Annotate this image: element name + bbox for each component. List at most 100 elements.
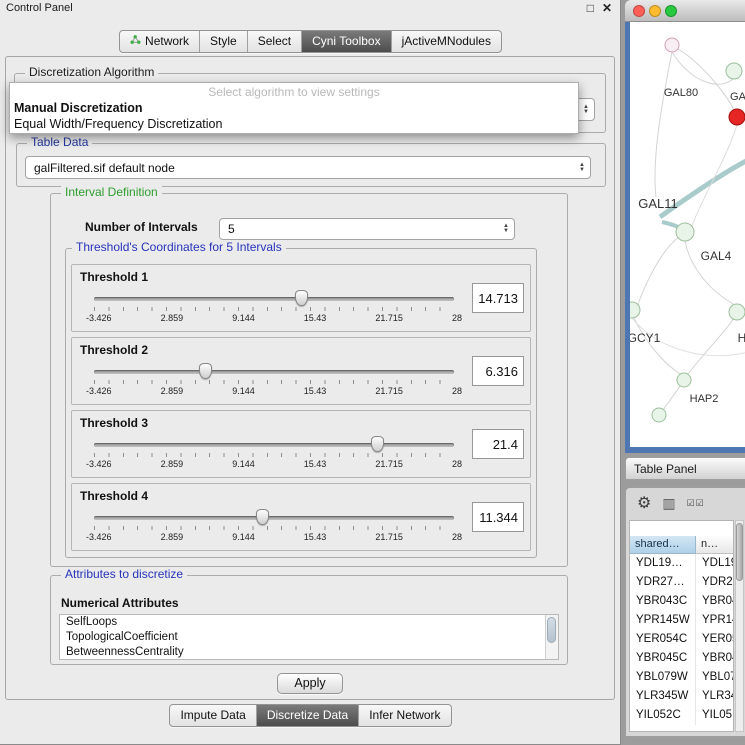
slider-thumb[interactable] — [256, 509, 269, 525]
threshold-value-input[interactable] — [472, 356, 524, 386]
network-edge[interactable] — [672, 52, 734, 84]
network-node-label: GAL11 — [638, 196, 678, 211]
table-row[interactable]: YPR145WYPR14 — [630, 611, 733, 630]
threshold-value-input[interactable] — [472, 283, 524, 313]
network-node[interactable] — [665, 38, 679, 52]
slider-scale: -3.4262.8599.14415.4321.71528 — [86, 313, 462, 323]
network-node[interactable] — [729, 109, 745, 125]
table-row[interactable]: YBR043CYBR04 — [630, 592, 733, 611]
slider-thumb[interactable] — [295, 290, 308, 306]
discretization-algorithm-group-title: Discretization Algorithm — [25, 65, 158, 79]
threshold-value-input[interactable] — [472, 502, 524, 532]
network-edge[interactable] — [688, 318, 734, 374]
interval-definition-group: Interval Definition Number of Intervals … — [50, 193, 568, 567]
column-header-name[interactable]: n… — [696, 536, 733, 554]
threshold-slider[interactable]: -3.4262.8599.14415.4321.71528 — [94, 292, 454, 328]
slider-thumb[interactable] — [371, 436, 384, 452]
network-edge[interactable] — [634, 318, 682, 375]
network-edge[interactable] — [655, 52, 672, 197]
scale-label: 21.715 — [375, 313, 403, 323]
tab-label: Select — [258, 34, 291, 48]
algorithm-dropdown-prompt: Select algorithm to view settings — [10, 83, 578, 100]
network-node[interactable] — [729, 304, 745, 320]
scale-label: 15.43 — [304, 459, 327, 469]
algorithm-dropdown-options: Manual DiscretizationEqual Width/Frequen… — [10, 100, 578, 132]
table-row[interactable]: YBR045CYBR04 — [630, 649, 733, 668]
slider-track[interactable] — [94, 516, 454, 520]
table-panel-bar[interactable]: Table Panel — [625, 457, 745, 480]
select-columns-icon[interactable]: ☑☑ — [687, 498, 705, 509]
bottom-tab-impute-data[interactable]: Impute Data — [170, 705, 256, 726]
zoom-traffic-light[interactable] — [665, 5, 677, 17]
network-node[interactable] — [630, 302, 640, 318]
number-of-intervals-select[interactable]: 5 ▲▼ — [219, 218, 515, 240]
bottom-tab-discretize-data[interactable]: Discretize Data — [257, 705, 359, 726]
attribute-item-topologicalcoefficient[interactable]: TopologicalCoefficient — [60, 630, 545, 645]
scale-label: 2.859 — [161, 532, 184, 542]
threshold-label: Threshold 2 — [80, 343, 148, 357]
minimize-traffic-light[interactable] — [649, 5, 661, 17]
slider-track[interactable] — [94, 370, 454, 374]
scale-label: 2.859 — [161, 459, 184, 469]
slider-ticks — [94, 526, 454, 530]
tab-network[interactable]: Network — [120, 31, 200, 52]
thresholds-group: Threshold's Coordinates for 5 Intervals … — [65, 248, 537, 558]
slider-track[interactable] — [94, 443, 454, 447]
table-row[interactable]: YER054CYER05 — [630, 630, 733, 649]
combo-stepper-icon: ▲▼ — [498, 224, 514, 234]
threshold-value-input[interactable] — [472, 429, 524, 459]
slider-track[interactable] — [94, 297, 454, 301]
interval-definition-group-title: Interval Definition — [61, 185, 162, 199]
algorithm-dropdown: Select algorithm to view settings Manual… — [9, 82, 579, 134]
bottom-tab-infer-network[interactable]: Infer Network — [359, 705, 450, 726]
network-node-label: GAL80 — [664, 87, 698, 99]
columns-icon[interactable]: ▥ — [662, 495, 675, 512]
close-window-icon[interactable]: ✕ — [602, 1, 612, 15]
network-edge[interactable] — [678, 49, 734, 110]
network-node[interactable] — [677, 373, 691, 387]
apply-button[interactable]: Apply — [277, 673, 343, 694]
network-node[interactable] — [652, 408, 666, 422]
algorithm-option-manual-discretization[interactable]: Manual Discretization — [10, 100, 578, 116]
table-row[interactable]: YBL079WYBL07 — [630, 668, 733, 687]
scale-label: 28 — [452, 459, 462, 469]
network-node[interactable] — [726, 63, 742, 79]
table-row[interactable]: YDR27…YDR27 — [630, 573, 733, 592]
network-view-window: GAL80GAGAL11GAL4GCY1HHAP2 — [625, 0, 745, 453]
network-edge[interactable] — [692, 125, 737, 226]
network-graph: GAL80GAGAL11GAL4GCY1HHAP2 — [630, 22, 745, 447]
tab-select[interactable]: Select — [248, 31, 302, 52]
scale-label: 15.43 — [304, 313, 327, 323]
table-panel-title: Table Panel — [634, 462, 697, 476]
attribute-item-betweennesscentrality[interactable]: BetweennessCentrality — [60, 645, 545, 660]
gear-icon[interactable]: ⚙ — [637, 493, 651, 513]
algorithm-option-equal-width-frequency-discretization[interactable]: Equal Width/Frequency Discretization — [10, 116, 578, 132]
network-node[interactable] — [676, 223, 694, 241]
table-row[interactable]: YLR345WYLR34 — [630, 687, 733, 706]
tab-style[interactable]: Style — [200, 31, 248, 52]
table-row[interactable]: YDL19…YDL19 — [630, 554, 733, 573]
table-cell: YPR145W — [630, 611, 696, 630]
attribute-item-selfloops[interactable]: SelfLoops — [60, 615, 545, 630]
table-data-select[interactable]: galFiltered.sif default node ▲▼ — [25, 156, 591, 179]
node-table: shared… n… YDL19…YDL19YDR27…YDR27YBR043C… — [629, 520, 734, 732]
network-edge[interactable] — [663, 385, 681, 410]
slider-thumb[interactable] — [199, 363, 212, 379]
column-header-shared-name[interactable]: shared… — [630, 536, 696, 554]
thresholds-group-title: Threshold's Coordinates for 5 Intervals — [72, 240, 286, 254]
table-scrollbar-thumb[interactable] — [736, 523, 743, 581]
attributes-scrollbar-thumb[interactable] — [547, 617, 556, 643]
network-canvas[interactable]: GAL80GAGAL11GAL4GCY1HHAP2 — [630, 22, 745, 447]
slider-scale: -3.4262.8599.14415.4321.71528 — [86, 386, 462, 396]
threshold-slider[interactable]: -3.4262.8599.14415.4321.71528 — [94, 438, 454, 474]
table-scrollbar[interactable] — [735, 520, 744, 732]
float-window-icon[interactable]: □ — [587, 1, 594, 15]
attributes-scrollbar[interactable] — [545, 615, 558, 659]
threshold-slider[interactable]: -3.4262.8599.14415.4321.71528 — [94, 511, 454, 547]
table-row[interactable]: YIL052CYIL05 — [630, 706, 733, 725]
threshold-slider[interactable]: -3.4262.8599.14415.4321.71528 — [94, 365, 454, 401]
network-edge[interactable] — [638, 236, 680, 304]
tab-jactivemnodules[interactable]: jActiveMNodules — [392, 31, 501, 52]
tab-cyni-toolbox[interactable]: Cyni Toolbox — [302, 31, 391, 52]
close-traffic-light[interactable] — [633, 5, 645, 17]
